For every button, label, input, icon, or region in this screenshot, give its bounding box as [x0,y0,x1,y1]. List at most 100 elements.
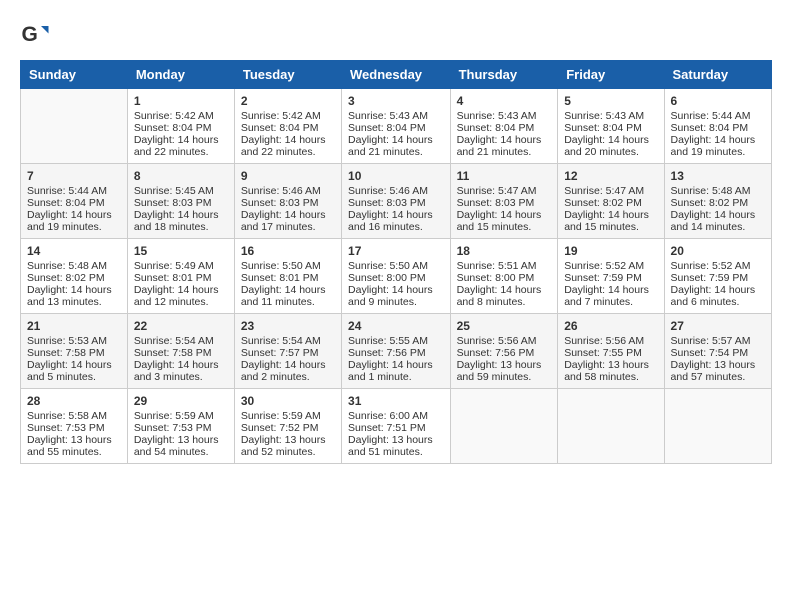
weekday-header-sunday: Sunday [21,61,128,89]
day-number: 9 [241,169,335,183]
cell-info: Sunrise: 5:47 AM [457,185,552,197]
day-number: 3 [348,94,444,108]
cell-info: Sunset: 8:04 PM [348,122,444,134]
cell-info: and 13 minutes. [27,296,121,308]
cell-info: Daylight: 14 hours [241,134,335,146]
cell-info: Daylight: 14 hours [671,134,765,146]
calendar-cell: 10Sunrise: 5:46 AMSunset: 8:03 PMDayligh… [342,164,451,239]
week-row-1: 1Sunrise: 5:42 AMSunset: 8:04 PMDaylight… [21,89,772,164]
calendar-cell: 2 Sunrise: 5:42 AMSunset: 8:04 PMDaylight… [234,89,341,164]
calendar-cell: 14Sunrise: 5:48 AMSunset: 8:02 PMDayligh… [21,239,128,314]
week-row-5: 28 Sunrise: 5:58 AMSunset: 7:53 PM Dayligh… [21,389,772,464]
cell-info: Sunset: 8:02 PM [27,272,121,284]
calendar-table: SundayMondayTuesdayWednesdayThursdayFrid… [20,60,772,464]
cell-info: and 9 minutes. [348,296,444,308]
cell-info: Daylight: 13 hours [457,359,552,371]
cell-info: Sunset: 8:03 PM [134,197,228,209]
cell-info: Sunrise: 5:43 AM [348,110,444,122]
cell-info: Sunset: 7:57 PM [241,347,335,359]
cell-info: Sunset: 8:00 PM [348,272,444,284]
cell-info: Daylight: 14 hours [457,134,552,146]
day-number: 17 [348,244,444,258]
day-number: 12 [564,169,657,183]
cell-info: Sunset: 8:03 PM [241,197,335,209]
day-number: 2 [241,94,335,108]
weekday-header-friday: Friday [558,61,664,89]
day-number: 27 [671,319,765,333]
cell-info: and 15 minutes. [457,221,552,233]
week-row-4: 21Sunrise: 5:53 AMSunset: 7:58 PMDayligh… [21,314,772,389]
cell-info: Sunset: 7:51 PM [348,422,444,434]
calendar-cell: 27Sunrise: 5:57 AMSunset: 7:54 PMDayligh… [664,314,771,389]
logo-icon: G [20,20,50,50]
day-number: 15 [134,244,228,258]
cell-info: Sunset: 7:52 PM [241,422,335,434]
logo: G [20,20,54,50]
day-number: 28 [27,394,121,408]
cell-info: Sunrise: 5:57 AM [671,335,765,347]
cell-info: Sunrise: 5:54 AM [241,335,335,347]
cell-info: Sunset: 8:03 PM [348,197,444,209]
cell-info: and 55 minutes. [27,446,121,458]
cell-info: Sunrise: 5:45 AM [134,185,228,197]
cell-info: Sunset: 8:04 PM [241,122,335,134]
cell-info: Sunrise: 5:56 AM [457,335,552,347]
day-number: 20 [671,244,765,258]
cell-info: Daylight: 14 hours [564,209,657,221]
cell-info: and 19 minutes. [27,221,121,233]
calendar-cell: 17Sunrise: 5:50 AMSunset: 8:00 PMDayligh… [342,239,451,314]
cell-info: and 57 minutes. [671,371,765,383]
cell-info: Sunrise: 5:58 AM [27,410,121,422]
calendar-cell: 16Sunrise: 5:50 AMSunset: 8:01 PMDayligh… [234,239,341,314]
cell-info: Sunset: 8:02 PM [671,197,765,209]
cell-info: Daylight: 14 hours [348,284,444,296]
cell-info: and 58 minutes. [564,371,657,383]
cell-info: Sunrise: 5:42 AM [241,110,335,122]
cell-info: and 17 minutes. [241,221,335,233]
cell-info: and 20 minutes. [564,146,657,158]
cell-info: and 19 minutes. [671,146,765,158]
weekday-header-row: SundayMondayTuesdayWednesdayThursdayFrid… [21,61,772,89]
calendar-cell: 6Sunrise: 5:44 AMSunset: 8:04 PMDaylight… [664,89,771,164]
cell-info: and 22 minutes. [134,146,228,158]
cell-info: Daylight: 14 hours [134,134,228,146]
cell-info: Sunset: 7:53 PM [27,422,121,434]
calendar-cell: 19Sunrise: 5:52 AMSunset: 7:59 PMDayligh… [558,239,664,314]
calendar-cell: 25Sunrise: 5:56 AMSunset: 7:56 PMDayligh… [450,314,558,389]
cell-info: and 51 minutes. [348,446,444,458]
cell-info: Sunrise: 5:51 AM [457,260,552,272]
day-number: 1 [134,94,228,108]
cell-info: Sunrise: 5:54 AM [134,335,228,347]
cell-info: Daylight: 13 hours [241,434,335,446]
page-header: G [20,20,772,50]
cell-info: Sunset: 7:59 PM [564,272,657,284]
cell-info: Daylight: 13 hours [134,434,228,446]
cell-info: Daylight: 13 hours [348,434,444,446]
cell-info: Sunrise: 6:00 AM [348,410,444,422]
cell-info: Sunrise: 5:43 AM [564,110,657,122]
day-number: 19 [564,244,657,258]
day-number: 26 [564,319,657,333]
cell-info: Sunrise: 5:48 AM [27,260,121,272]
cell-info: and 7 minutes. [564,296,657,308]
cell-info: Daylight: 14 hours [241,209,335,221]
calendar-cell: 9 Sunrise: 5:46 AMSunset: 8:03 PMDaylight… [234,164,341,239]
cell-info: Daylight: 14 hours [134,284,228,296]
cell-info: Daylight: 13 hours [671,359,765,371]
day-number: 13 [671,169,765,183]
weekday-header-thursday: Thursday [450,61,558,89]
cell-info: Sunrise: 5:48 AM [671,185,765,197]
cell-info: and 11 minutes. [241,296,335,308]
weekday-header-wednesday: Wednesday [342,61,451,89]
cell-info: Sunrise: 5:52 AM [671,260,765,272]
cell-info: Sunrise: 5:46 AM [241,185,335,197]
cell-info: Daylight: 14 hours [348,134,444,146]
cell-info: Sunrise: 5:59 AM [241,410,335,422]
cell-info: Sunset: 8:01 PM [241,272,335,284]
day-number: 21 [27,319,121,333]
calendar-cell: 5Sunrise: 5:43 AMSunset: 8:04 PMDaylight… [558,89,664,164]
cell-info: Sunset: 7:58 PM [134,347,228,359]
cell-info: Daylight: 14 hours [241,284,335,296]
weekday-header-saturday: Saturday [664,61,771,89]
cell-info: Sunrise: 5:52 AM [564,260,657,272]
